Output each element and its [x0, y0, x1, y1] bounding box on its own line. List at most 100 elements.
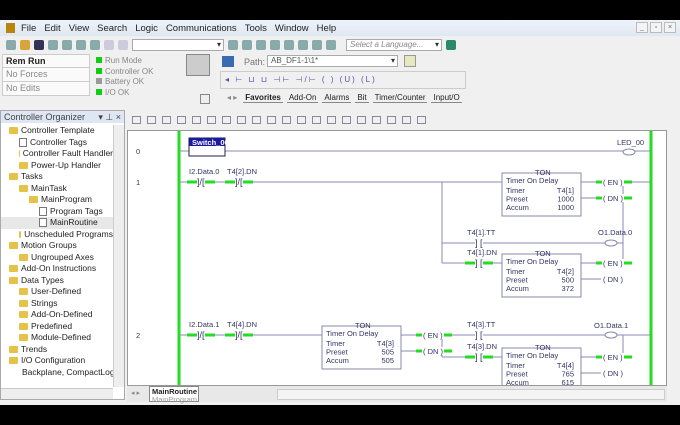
organizer-hscroll[interactable] — [1, 388, 113, 399]
ladder-tool-icon[interactable] — [312, 116, 321, 124]
ladder-tool-icon[interactable] — [147, 116, 156, 124]
ladder-tool-icon[interactable] — [327, 116, 336, 124]
energized-indicator[interactable] — [596, 180, 602, 184]
energized-indicator[interactable] — [416, 349, 422, 353]
energized-indicator[interactable] — [205, 180, 215, 184]
ladder-tool-icon[interactable] — [297, 116, 306, 124]
cut-icon[interactable] — [62, 39, 72, 50]
menu-window[interactable]: Window — [275, 23, 309, 34]
tree-item[interactable]: Motion Groups — [1, 240, 113, 252]
tree-item[interactable]: Controller Template — [1, 125, 113, 137]
ladder-tool-icon[interactable] — [252, 116, 261, 124]
energized-indicator[interactable] — [483, 355, 493, 359]
energized-indicator[interactable] — [187, 180, 197, 184]
ladder-tool-icon[interactable] — [402, 116, 411, 124]
copy-icon[interactable] — [76, 39, 86, 50]
menu-help[interactable]: Help — [317, 23, 337, 34]
open-icon[interactable] — [20, 39, 30, 50]
print-icon[interactable] — [48, 39, 58, 50]
zoom-out-icon[interactable] — [326, 39, 336, 50]
browse-icon[interactable] — [256, 39, 266, 50]
ladder-vscroll[interactable] — [667, 130, 678, 402]
energized-indicator[interactable] — [596, 261, 602, 265]
menu-file[interactable]: File — [21, 23, 36, 34]
ladder-tool-icon[interactable] — [192, 116, 201, 124]
tree-item[interactable]: Controller Tags — [1, 137, 113, 149]
tab-add-on[interactable]: Add-On — [286, 93, 319, 103]
energized-indicator[interactable] — [225, 180, 235, 184]
tree-item[interactable]: User-Defined — [1, 286, 113, 298]
ladder-hscroll[interactable] — [277, 389, 665, 400]
close-icon[interactable]: ▾ ⊥ × — [98, 111, 121, 123]
verify-icon[interactable] — [228, 39, 238, 50]
search-combo[interactable] — [132, 38, 224, 51]
mode-status[interactable]: Rem Run — [2, 54, 90, 68]
tree-item[interactable]: Strings — [1, 298, 113, 310]
energized-indicator[interactable] — [444, 349, 452, 353]
tree-item[interactable]: Add-On-Defined — [1, 309, 113, 321]
o1-data-1-coil[interactable] — [604, 331, 618, 339]
redo-icon[interactable] — [118, 39, 128, 50]
organizer-vscroll[interactable] — [113, 125, 124, 387]
paste-icon[interactable] — [90, 39, 100, 50]
energized-indicator[interactable] — [243, 333, 253, 337]
o1-data-0-coil[interactable] — [604, 239, 618, 247]
zoom-in-icon[interactable] — [312, 39, 322, 50]
save-icon[interactable] — [34, 39, 44, 50]
tab-favorites[interactable]: Favorites — [243, 93, 283, 103]
tree-item[interactable]: MainRoutine — [1, 217, 113, 229]
ladder-tool-icon[interactable] — [222, 116, 231, 124]
path-combo[interactable]: AB_DF1-1\1* — [267, 55, 398, 67]
tab-mainroutine[interactable]: MainRoutine MainProgram — [149, 386, 199, 403]
menu-tools[interactable]: Tools — [245, 23, 267, 34]
menu-logic[interactable]: Logic — [135, 23, 158, 34]
ladder-tool-icon[interactable] — [177, 116, 186, 124]
ladder-editor[interactable]: 0 1 2 Switch_00 LED_00 I2.Data.0]/[T4[2]… — [127, 130, 667, 386]
ladder-tool-icon[interactable] — [342, 116, 351, 124]
undo-icon[interactable] — [104, 39, 114, 50]
language-select[interactable]: Select a Language... — [346, 38, 442, 51]
energized-indicator[interactable] — [205, 333, 215, 337]
edits-status[interactable]: No Edits — [2, 82, 90, 96]
tree-item[interactable]: MainTask — [1, 183, 113, 195]
menu-edit[interactable]: Edit — [44, 23, 60, 34]
tab-timer-counter[interactable]: Timer/Counter — [372, 93, 428, 103]
energized-indicator[interactable] — [596, 196, 602, 200]
tree-item[interactable]: Controller Fault Handler — [1, 148, 113, 160]
tree-item[interactable]: Ungrouped Axes — [1, 252, 113, 264]
tree-item[interactable]: Unscheduled Programs — [1, 229, 113, 241]
tree-item[interactable]: Predefined — [1, 321, 113, 333]
tree-item[interactable]: I/O Configuration — [1, 355, 113, 367]
find-icon[interactable] — [242, 39, 252, 50]
menu-view[interactable]: View — [69, 23, 89, 34]
ladder-tool-icon[interactable] — [207, 116, 216, 124]
minimize-button[interactable]: _ — [636, 22, 648, 33]
menu-search[interactable]: Search — [97, 23, 127, 34]
tree-item[interactable]: Program Tags — [1, 206, 113, 218]
verify-routine-icon[interactable] — [284, 39, 294, 50]
properties-icon[interactable] — [270, 39, 280, 50]
ladder-tool-icon[interactable] — [417, 116, 426, 124]
ladder-tool-icon[interactable] — [132, 116, 141, 124]
controller-properties-icon[interactable] — [200, 94, 210, 104]
led-00-coil[interactable] — [622, 148, 636, 156]
menu-communications[interactable]: Communications — [166, 23, 237, 34]
globe-icon[interactable] — [446, 39, 456, 50]
ladder-tool-icon[interactable] — [282, 116, 291, 124]
energized-indicator[interactable] — [465, 261, 475, 265]
energized-indicator[interactable] — [444, 333, 452, 337]
tree-item[interactable]: Data Types — [1, 275, 113, 287]
ladder-tool-icon[interactable] — [372, 116, 381, 124]
energized-indicator[interactable] — [483, 261, 493, 265]
tree-item[interactable]: MainProgram — [1, 194, 113, 206]
new-icon[interactable] — [6, 39, 16, 50]
who-active-icon[interactable] — [404, 55, 416, 67]
tab-alarms[interactable]: Alarms — [322, 93, 352, 103]
tree-item[interactable]: Backplane, CompactLogix — [1, 367, 113, 379]
tree-item[interactable]: Trends — [1, 344, 113, 356]
ladder-tool-icon[interactable] — [162, 116, 171, 124]
restore-button[interactable]: ▫ — [650, 22, 662, 33]
tree-item[interactable]: Module-Defined — [1, 332, 113, 344]
tree-item[interactable]: Add-On Instructions — [1, 263, 113, 275]
energized-indicator[interactable] — [243, 180, 253, 184]
